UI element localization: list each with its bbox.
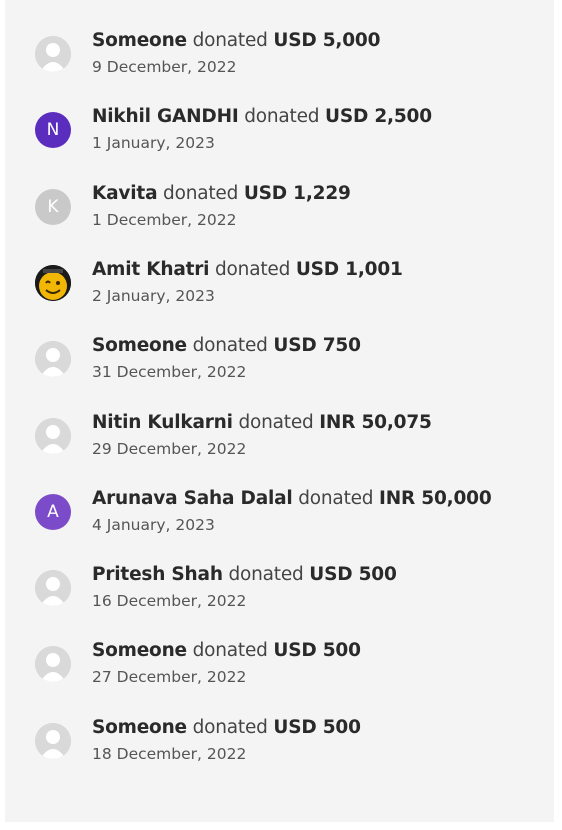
donor-name: Someone — [92, 640, 187, 662]
donated-verb: donated — [238, 411, 314, 433]
donated-verb: donated — [228, 564, 304, 586]
donation-date: 9 December, 2022 — [92, 58, 237, 76]
donor-name: Nitin Kulkarni — [92, 411, 233, 433]
donation-amount: USD 750 — [273, 335, 361, 357]
donation-date: 4 January, 2023 — [92, 515, 215, 534]
donation-headline: Kavita donated USD 1,229 — [92, 183, 351, 204]
donation-item: N Nikhil GANDHI donated USD 2,500 1 Januar… — [5, 106, 554, 166]
donor-name: Amit Khatri — [92, 258, 210, 280]
donation-item: Someone donated USD 5,000 9 December, 202… — [5, 30, 554, 90]
donation-headline: Amit Khatri donated USD 1,001 — [92, 259, 403, 280]
donation-date: 27 December, 2022 — [92, 668, 247, 687]
donation-amount: USD 5,000 — [273, 30, 381, 51]
donation-amount: USD 2,500 — [325, 106, 432, 128]
donated-verb: donated — [192, 640, 268, 662]
donated-verb: donated — [163, 182, 239, 204]
donation-item: K Kavita donated USD 1,229 1 December, 202… — [5, 183, 554, 243]
donation-date: 1 January, 2023 — [92, 134, 215, 153]
avatar-letter: K — [47, 196, 59, 217]
default-user-icon — [35, 570, 71, 607]
donated-verb: donated — [244, 106, 320, 128]
donor-name: Arunava Saha Dalal — [92, 487, 293, 509]
donation-date: 2 January, 2023 — [92, 286, 215, 305]
default-user-icon — [35, 646, 71, 683]
donation-amount: USD 500 — [309, 564, 397, 586]
donation-item: Pritesh Shah donated USD 500 16 December,… — [5, 564, 554, 624]
donated-verb: donated — [192, 716, 268, 738]
default-user-icon — [35, 36, 71, 72]
avatar-letter: A — [47, 501, 59, 522]
donation-item: Someone donated USD 500 18 December, 2022 — [5, 717, 554, 777]
donation-headline: Someone donated USD 500 — [92, 717, 361, 738]
donated-verb: donated — [192, 30, 268, 51]
donation-headline: Pritesh Shah donated USD 500 — [92, 564, 397, 585]
donation-date: 16 December, 2022 — [92, 592, 247, 611]
donor-name: Nikhil GANDHI — [92, 106, 239, 128]
donation-date: 18 December, 2022 — [92, 744, 247, 763]
donor-name: Someone — [92, 335, 187, 357]
donation-date: 31 December, 2022 — [92, 363, 247, 382]
avatar: K — [35, 188, 71, 225]
donor-name: Kavita — [92, 182, 158, 204]
donation-item: Someone donated USD 750 31 December, 2022 — [5, 335, 554, 395]
donation-amount: USD 1,001 — [295, 258, 403, 280]
donated-verb: donated — [215, 258, 291, 280]
donation-headline: Someone donated USD 5,000 — [92, 30, 380, 51]
default-user-icon — [35, 341, 71, 378]
donation-item: Someone donated USD 500 27 December, 2022 — [5, 640, 554, 700]
donation-amount: USD 500 — [273, 640, 361, 662]
donor-name: Pritesh Shah — [92, 564, 223, 586]
default-user-icon — [35, 722, 71, 759]
donation-amount: INR 50,075 — [319, 411, 432, 433]
avatar: N — [35, 112, 71, 149]
donated-verb: donated — [298, 487, 374, 509]
donation-item: Nitin Kulkarni donated INR 50,075 29 Dece… — [5, 412, 554, 472]
smiley-face-icon — [35, 264, 71, 301]
donation-headline: Someone donated USD 750 — [92, 335, 361, 356]
default-user-icon — [35, 417, 71, 454]
donation-headline: Someone donated USD 500 — [92, 640, 361, 661]
donation-amount: INR 50,000 — [379, 487, 492, 509]
avatar-letter: N — [46, 120, 60, 141]
donor-name: Someone — [92, 30, 187, 51]
donation-amount: USD 1,229 — [243, 182, 351, 204]
donation-headline: Nitin Kulkarni donated INR 50,075 — [92, 412, 432, 433]
avatar: A — [35, 493, 71, 530]
donation-item: A Arunava Saha Dalal donated INR 50,000 4 … — [5, 488, 554, 548]
donor-name: Someone — [92, 716, 187, 738]
donation-amount: USD 500 — [273, 716, 361, 738]
donation-headline: Nikhil GANDHI donated USD 2,500 — [92, 106, 432, 127]
donation-date: 29 December, 2022 — [92, 439, 247, 458]
donation-date: 1 December, 2022 — [92, 210, 237, 229]
donation-item: Amit Khatri donated USD 1,001 2 January, … — [5, 259, 554, 319]
donor-list-panel: Someone donated USD 5,000 9 December, 202… — [5, 0, 554, 822]
donated-verb: donated — [192, 335, 268, 357]
donation-headline: Arunava Saha Dalal donated INR 50,000 — [92, 488, 492, 509]
